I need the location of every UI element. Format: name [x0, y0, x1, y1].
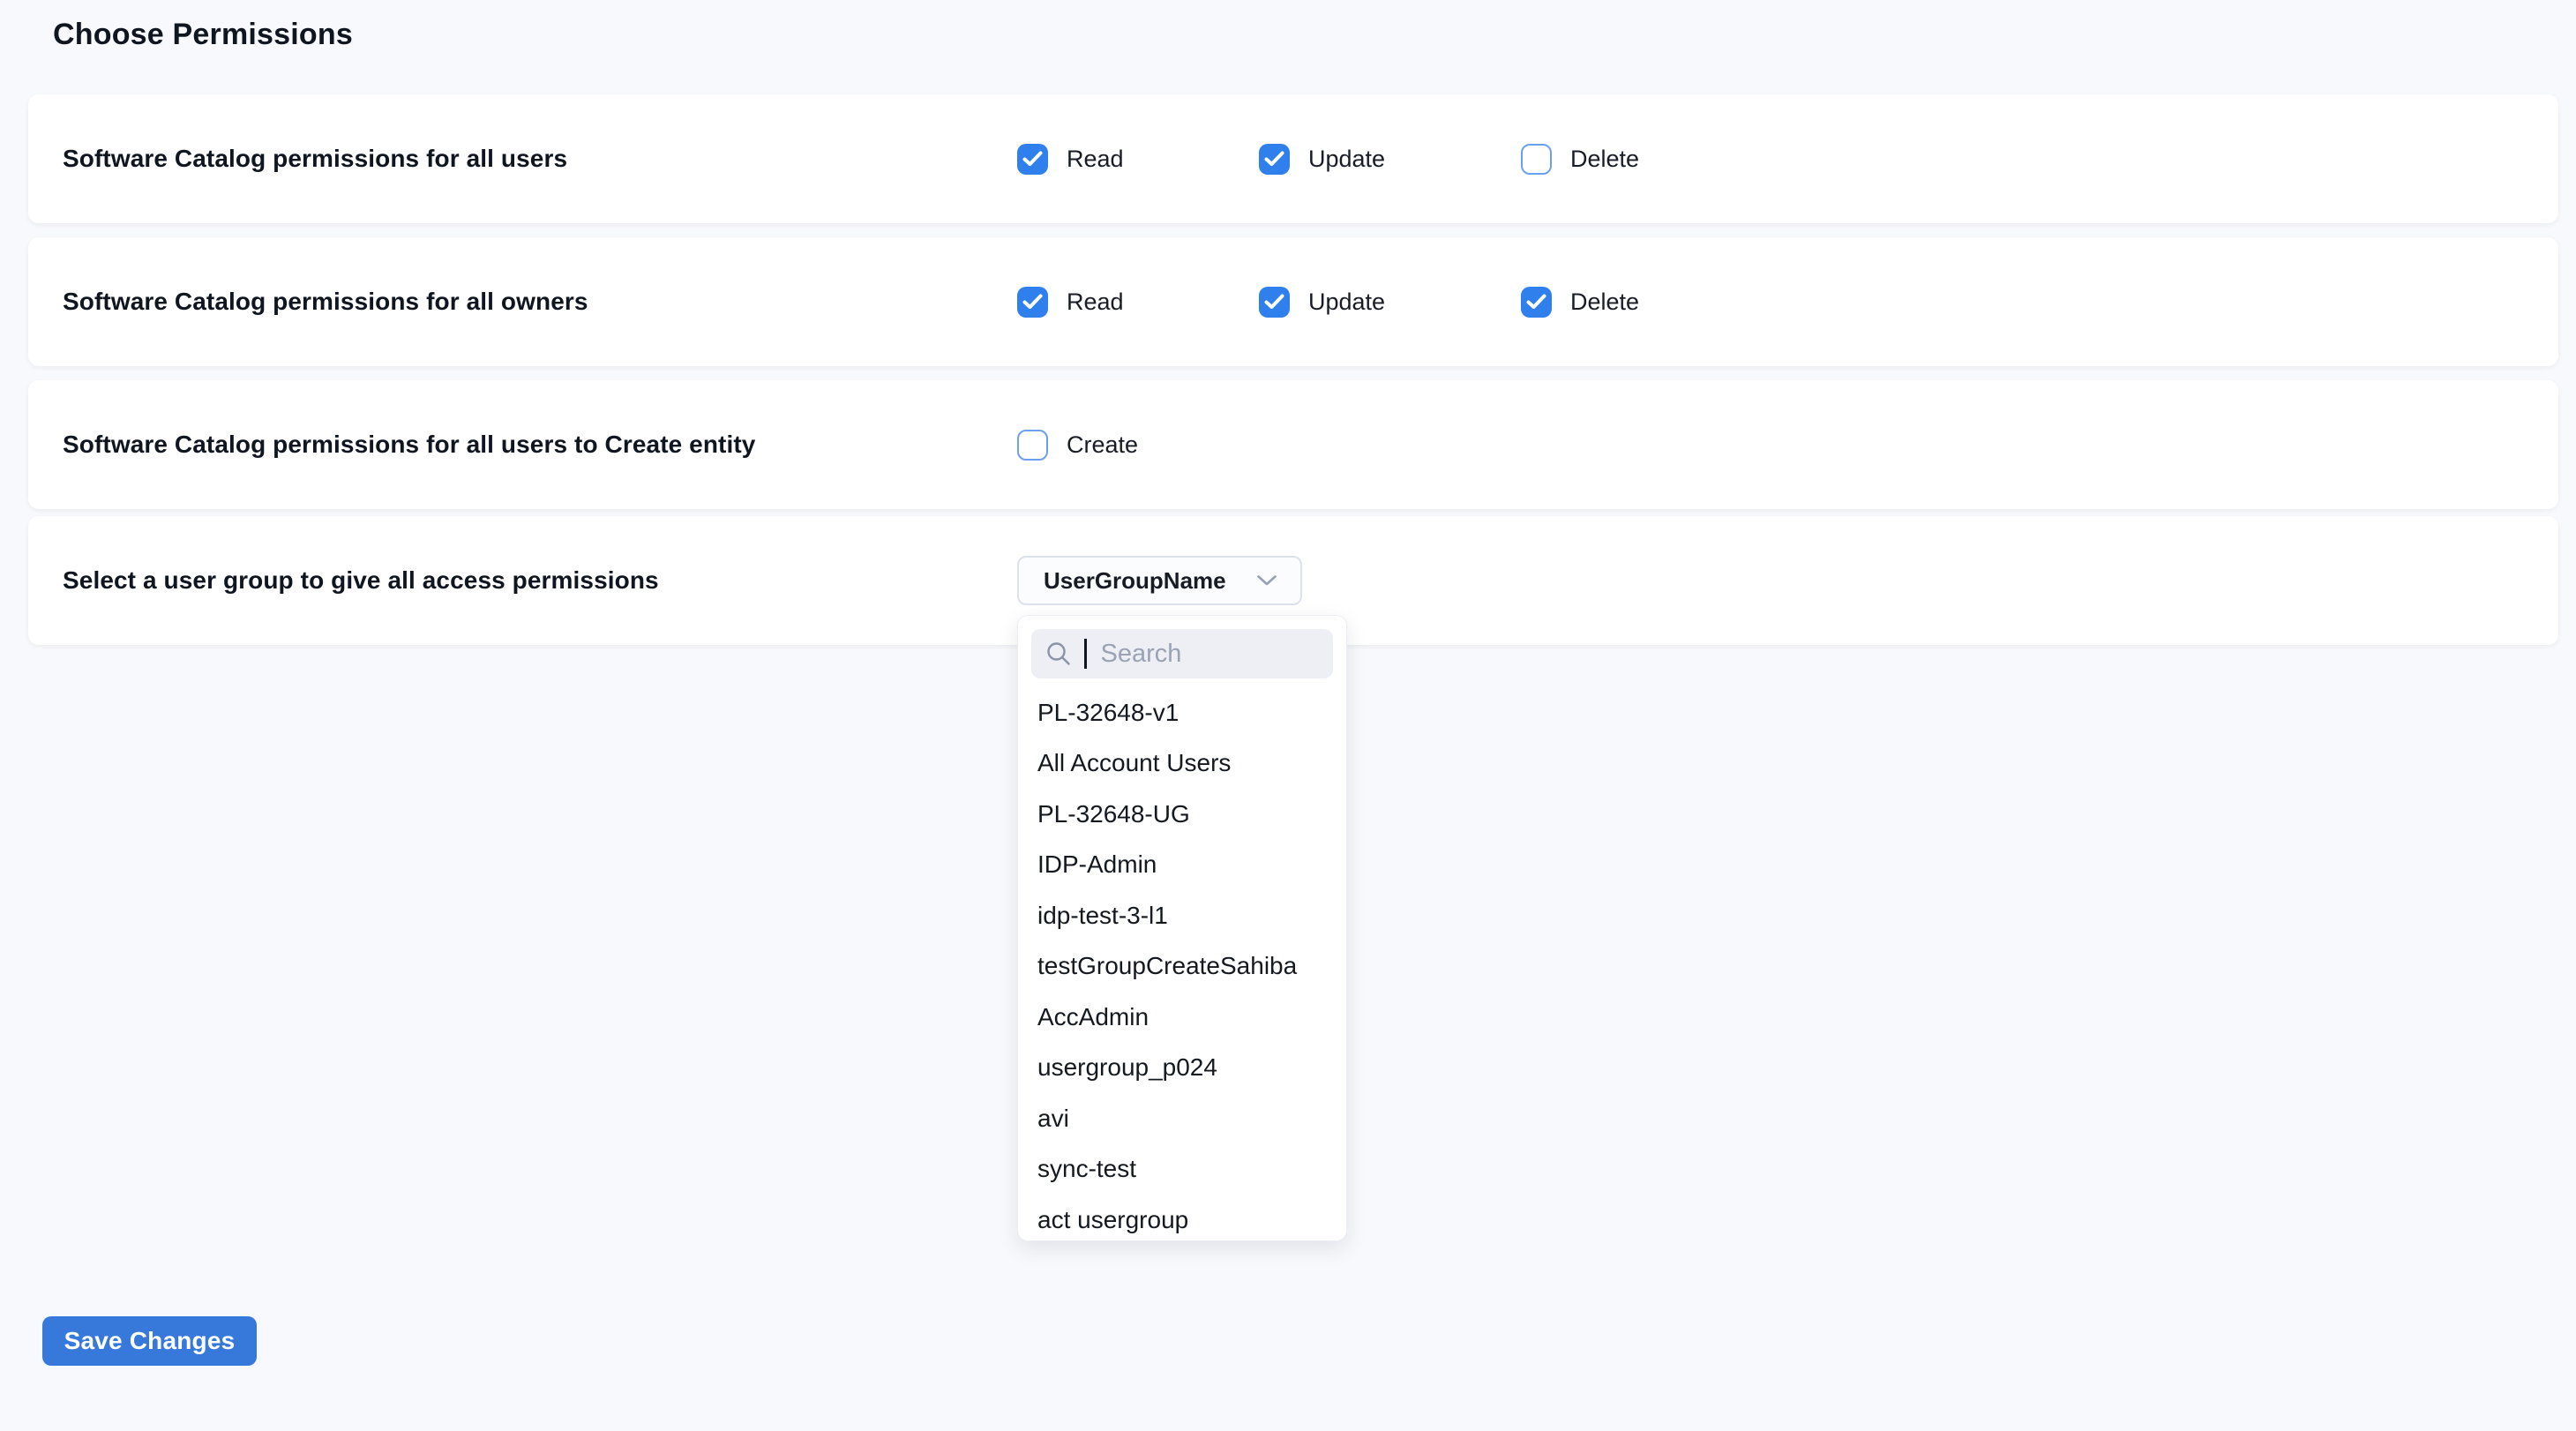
- user-group-dropdown-button[interactable]: UserGroupName: [1017, 556, 1302, 605]
- dropdown-option[interactable]: act usergroup: [1018, 1195, 1346, 1241]
- checkbox-create[interactable]: [1017, 430, 1048, 461]
- checkbox-update[interactable]: [1259, 144, 1290, 175]
- permissions-page: Choose Permissions Software Catalog perm…: [0, 0, 2576, 1431]
- dropdown-option[interactable]: PL-32648-v1: [1018, 687, 1346, 738]
- dropdown-option[interactable]: PL-32648-UG: [1018, 789, 1346, 840]
- check-icon: [1526, 294, 1546, 310]
- checkbox-label: Update: [1308, 288, 1385, 316]
- card-label: Select a user group to give all access p…: [63, 516, 659, 645]
- checkbox-read[interactable]: [1017, 287, 1048, 318]
- checkbox-group-update: Update: [1259, 94, 1385, 223]
- checkbox-label: Create: [1067, 431, 1138, 459]
- checkbox-label: Read: [1067, 146, 1124, 173]
- checkbox-delete[interactable]: [1521, 287, 1552, 318]
- checkbox-delete[interactable]: [1521, 144, 1552, 175]
- card-permissions-all-users: Software Catalog permissions for all use…: [28, 94, 2558, 223]
- card-label: Software Catalog permissions for all use…: [63, 380, 755, 509]
- chevron-down-icon: [1256, 574, 1277, 587]
- dropdown-option[interactable]: usergroup_p024: [1018, 1043, 1346, 1094]
- search-placeholder: Search: [1101, 640, 1182, 669]
- check-icon: [1022, 151, 1043, 167]
- check-icon: [1264, 151, 1284, 167]
- checkbox-group-read: Read: [1017, 237, 1124, 366]
- checkbox-label: Delete: [1570, 288, 1639, 316]
- checkbox-read[interactable]: [1017, 144, 1048, 175]
- save-changes-button[interactable]: Save Changes: [42, 1316, 257, 1366]
- card-permissions-create-entity: Software Catalog permissions for all use…: [28, 380, 2558, 509]
- dropdown-option[interactable]: AccAdmin: [1018, 992, 1346, 1043]
- user-group-option-list: PL-32648-v1 All Account Users PL-32648-U…: [1018, 687, 1346, 1240]
- dropdown-option[interactable]: All Account Users: [1018, 738, 1346, 790]
- checkbox-update[interactable]: [1259, 287, 1290, 318]
- dropdown-option[interactable]: avi: [1018, 1093, 1346, 1144]
- card-label: Software Catalog permissions for all use…: [63, 94, 567, 223]
- dropdown-selected-value: UserGroupName: [1044, 567, 1226, 595]
- search-input[interactable]: Search: [1031, 629, 1333, 678]
- checkbox-label: Delete: [1570, 146, 1639, 173]
- user-group-dropdown-panel: Search PL-32648-v1 All Account Users PL-…: [1017, 615, 1347, 1241]
- check-icon: [1264, 294, 1284, 310]
- dropdown-option[interactable]: IDP-Admin: [1018, 840, 1346, 891]
- checkbox-group-update: Update: [1259, 237, 1385, 366]
- checkbox-group-delete: Delete: [1521, 237, 1639, 366]
- card-permissions-all-owners: Software Catalog permissions for all own…: [28, 237, 2558, 366]
- checkbox-group-delete: Delete: [1521, 94, 1639, 223]
- dropdown-option[interactable]: sync-test: [1018, 1144, 1346, 1195]
- checkbox-group-create: Create: [1017, 380, 1138, 509]
- card-label: Software Catalog permissions for all own…: [63, 237, 588, 366]
- dropdown-option[interactable]: testGroupCreateSahiba: [1018, 941, 1346, 993]
- search-icon: [1045, 641, 1072, 667]
- checkbox-label: Read: [1067, 288, 1124, 316]
- checkbox-group-read: Read: [1017, 94, 1124, 223]
- check-icon: [1022, 294, 1043, 310]
- text-cursor: [1084, 639, 1087, 669]
- dropdown-option[interactable]: idp-test-3-l1: [1018, 890, 1346, 941]
- page-title: Choose Permissions: [53, 18, 353, 52]
- checkbox-label: Update: [1308, 146, 1385, 173]
